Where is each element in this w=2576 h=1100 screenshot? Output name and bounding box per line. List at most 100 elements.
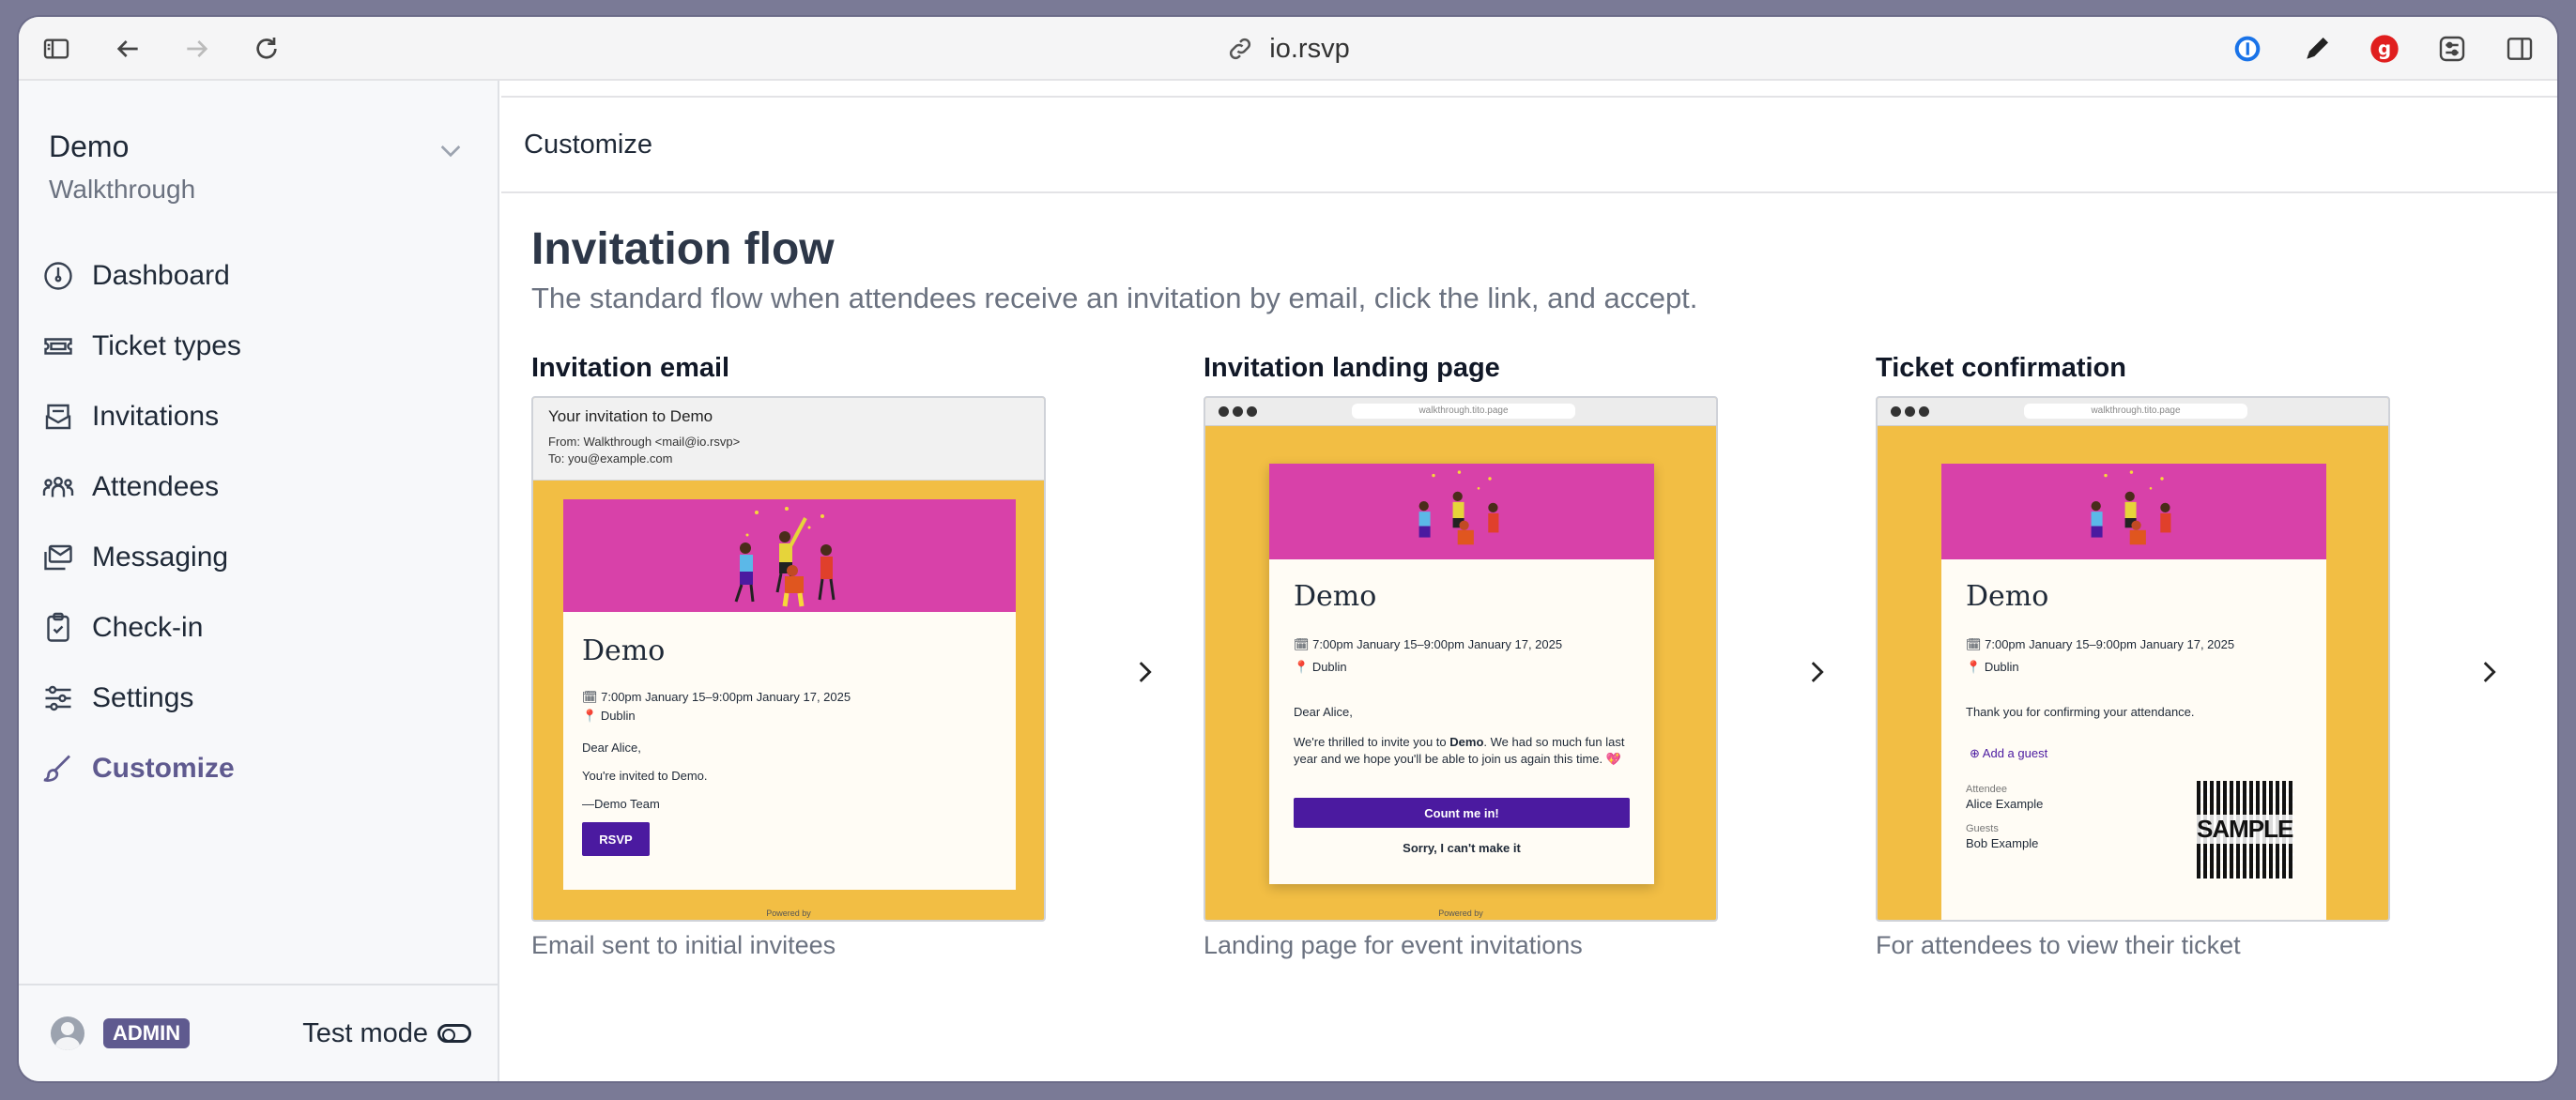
card-caption: Email sent to initial invitees: [531, 931, 836, 959]
clipboard-icon: [47, 612, 69, 642]
reload-icon[interactable]: [250, 32, 284, 66]
landing-greeting: Dear Alice,: [1294, 705, 1353, 719]
email-from: From: Walkthrough <mail@io.rsvp>: [548, 435, 741, 449]
event-location: 📍 Dublin: [1294, 660, 1347, 674]
grammarly-icon[interactable]: g: [2368, 32, 2401, 66]
window-dots-icon: [1219, 406, 1257, 417]
guest-name: Bob Example: [1966, 836, 2039, 850]
landing-message-event: Demo: [1449, 735, 1484, 749]
ticket-preview[interactable]: walkthrough.tito.page Demo 🗓 7:00pm Janu…: [1876, 396, 2390, 922]
email-signoff: —Demo Team: [582, 797, 660, 811]
url-text: io.rsvp: [1269, 33, 1350, 64]
password-manager-icon[interactable]: [2231, 32, 2264, 66]
event-datetime: 🗓 7:00pm January 15–9:00pm January 17, 2…: [1294, 637, 1563, 651]
sidebar-item-label: Settings: [92, 681, 194, 713]
sliders-icon: [45, 685, 71, 710]
count-me-in-button[interactable]: Count me in!: [1294, 798, 1630, 828]
email-subject: Your invitation to Demo: [548, 407, 713, 425]
landing-page-preview[interactable]: walkthrough.tito.page Demo 🗓 7:00pm Janu…: [1204, 396, 1718, 922]
email-header: Your invitation to Demo From: Walkthroug…: [533, 398, 1044, 481]
ticket-card: Demo 🗓 7:00pm January 15–9:00pm January …: [1941, 464, 2326, 920]
event-name: Demo: [1966, 580, 2049, 613]
forward-arrow-icon[interactable]: [180, 32, 214, 66]
add-guest-link[interactable]: ⊕ Add a guest: [1970, 745, 2047, 762]
sidebar-item-invitations[interactable]: Invitations: [41, 381, 483, 451]
pencil-icon[interactable]: [2300, 32, 2334, 66]
envelope-icon: [45, 404, 71, 429]
mini-browser-bar: walkthrough.tito.page: [1878, 398, 2388, 426]
email-body: Demo 🗓 7:00pm January 15–9:00pm January …: [563, 499, 1016, 890]
test-mode-label: Test mode: [302, 1017, 428, 1048]
event-location-text: Dublin: [1984, 660, 2019, 674]
sidebar-item-dashboard[interactable]: Dashboard: [41, 240, 483, 311]
event-datetime-text: 7:00pm January 15–9:00pm January 17, 202…: [1985, 637, 2235, 651]
paintbrush-icon: [43, 755, 70, 782]
email-message: You're invited to Demo.: [582, 769, 708, 783]
chevron-down-icon[interactable]: [436, 135, 466, 165]
dancing-people-illustration: [734, 507, 836, 607]
address-bar[interactable]: io.rsvp: [19, 17, 2557, 81]
test-mode-toggle[interactable]: Test mode: [302, 1018, 471, 1049]
link-icon: [1230, 38, 1251, 60]
card-invitation-email: Invitation email Your invitation to Demo…: [531, 353, 1046, 960]
page-header: Customize: [501, 96, 2557, 193]
mail-stack-icon: [44, 544, 72, 570]
mini-url: walkthrough.tito.page: [1352, 404, 1575, 419]
rsvp-button[interactable]: RSVP: [582, 822, 650, 856]
qr-sample-label: SAMPLE: [2197, 815, 2293, 844]
svg-text:g: g: [2378, 38, 2391, 60]
org-name[interactable]: Demo: [49, 130, 129, 164]
window-dots-icon: [1891, 406, 1929, 417]
powered-by-text: Powered by: [1438, 909, 1483, 918]
sidebar-item-customize[interactable]: Customize: [41, 733, 483, 803]
ticket-icon: [44, 337, 72, 355]
email-preview[interactable]: Your invitation to Demo From: Walkthroug…: [531, 396, 1046, 922]
split-view-icon[interactable]: [2503, 32, 2537, 66]
dancing-people-illustration: [1418, 470, 1499, 545]
browser-toolbar: io.rsvp g: [19, 17, 2557, 81]
mini-browser-bar: walkthrough.tito.page: [1205, 398, 1716, 426]
sidebar-item-check-in[interactable]: Check-in: [41, 592, 483, 663]
page-subtitle: The standard flow when attendees receive…: [531, 282, 1698, 314]
event-datetime: 🗓 7:00pm January 15–9:00pm January 17, 2…: [1966, 637, 2235, 651]
sidebar-item-label: Check-in: [92, 611, 204, 643]
event-name: Demo: [1294, 580, 1377, 613]
event-name: Demo: [582, 634, 666, 667]
people-icon: [42, 476, 74, 497]
add-guest-label: Add a guest: [1982, 746, 2048, 760]
decline-link[interactable]: Sorry, I can't make it: [1294, 835, 1630, 862]
card-caption: For attendees to view their ticket: [1876, 931, 2241, 959]
chevron-right-icon: [1139, 662, 1152, 682]
hero-banner: [1941, 464, 2326, 559]
sidebar-toggle-icon[interactable]: [39, 32, 73, 66]
card-invitation-landing-page: Invitation landing page walkthrough.tito…: [1204, 353, 1718, 960]
email-to: To: you@example.com: [548, 451, 673, 466]
sidebar-item-ticket-types[interactable]: Ticket types: [41, 311, 483, 381]
attendee-name: Alice Example: [1966, 797, 2044, 811]
sidebar-item-label: Dashboard: [92, 259, 230, 291]
org-subtitle: Walkthrough: [49, 175, 196, 204]
confirmation-message: Thank you for confirming your attendance…: [1966, 705, 2195, 719]
sidebar-item-messaging[interactable]: Messaging: [41, 522, 483, 592]
chevron-right-icon[interactable]: [2473, 653, 2505, 691]
event-location-text: Dublin: [1311, 660, 1347, 674]
avatar[interactable]: [51, 1016, 84, 1050]
sidebar-item-attendees[interactable]: Attendees: [41, 451, 483, 522]
card-ticket-confirmation: Ticket confirmation walkthrough.tito.pag…: [1876, 353, 2390, 960]
back-arrow-icon[interactable]: [111, 32, 145, 66]
landing-message: We're thrilled to invite you to Demo. We…: [1294, 734, 1632, 768]
card-title: Invitation landing page: [1204, 353, 1500, 383]
powered-by-text: Powered by: [766, 909, 811, 918]
admin-badge: ADMIN: [103, 1018, 191, 1048]
hero-banner: [563, 499, 1016, 612]
event-datetime-text: 7:00pm January 15–9:00pm January 17, 202…: [601, 690, 851, 704]
email-greeting: Dear Alice,: [582, 741, 641, 755]
gauge-icon: [44, 261, 72, 290]
card-title: Invitation email: [531, 353, 730, 383]
browser-window: io.rsvp g Demo Walkthrough Dashboard Tic…: [19, 17, 2557, 1081]
main-content: Customize Invitation flow The standard f…: [501, 81, 2557, 1081]
extension-settings-icon[interactable]: [2435, 32, 2469, 66]
sidebar-item-settings[interactable]: Settings: [41, 663, 483, 733]
sidebar-item-label: Invitations: [92, 400, 220, 432]
sidebar-nav: Dashboard Ticket types Invitations Atten…: [41, 240, 483, 803]
